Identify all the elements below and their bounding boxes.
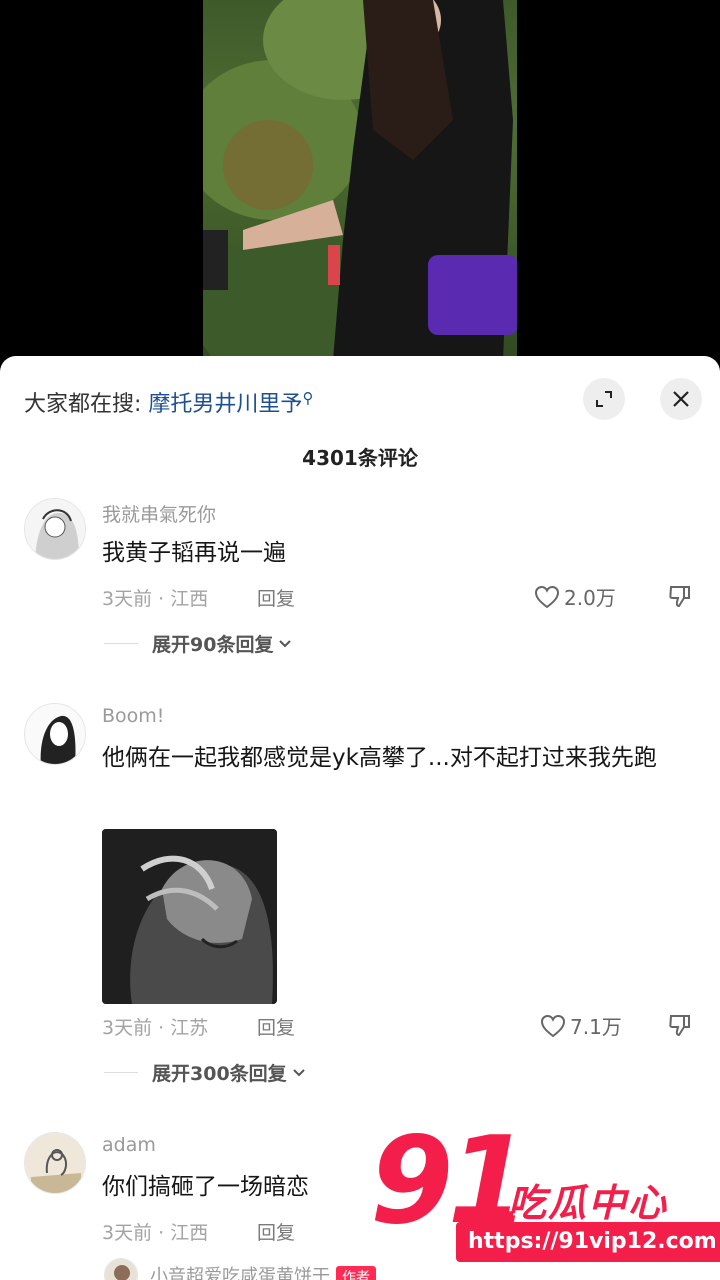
video-player[interactable] — [0, 0, 720, 360]
comment-time: 3天前 — [102, 588, 153, 610]
comment-text: 他俩在一起我都感觉是yk高攀了...对不起打过来我先跑 — [102, 745, 657, 771]
watermark-url: https://91vip12.com — [456, 1222, 720, 1262]
dislike-icon[interactable] — [668, 584, 692, 608]
comment-username[interactable]: 我就串氣死你 — [102, 500, 216, 527]
expand-replies-label: 展开90条回复 — [152, 634, 274, 656]
reply-button[interactable]: 回复 — [257, 1218, 295, 1245]
divider — [104, 643, 138, 644]
reply-button[interactable]: 回复 — [257, 584, 295, 611]
expand-replies-button[interactable]: 展开300条回复 — [104, 1059, 307, 1086]
avatar[interactable] — [104, 1258, 138, 1280]
comment-time: 3天前 — [102, 1222, 153, 1244]
avatar[interactable] — [24, 498, 86, 560]
reply-username-text: 小音超爱吃咸蛋黄饼干 — [150, 1266, 330, 1280]
comment-location: 江西 — [170, 588, 209, 610]
divider — [104, 1072, 138, 1073]
avatar[interactable] — [24, 703, 86, 765]
chevron-down-icon — [292, 1068, 305, 1076]
comment-meta: 3天前 · 江西 — [102, 588, 209, 610]
avatar[interactable] — [24, 1132, 86, 1194]
expand-button[interactable] — [583, 378, 625, 420]
dislike-icon[interactable] — [668, 1013, 692, 1037]
comment-location: 江西 — [170, 1222, 209, 1244]
comment-time: 3天前 — [102, 1017, 153, 1039]
reply-button[interactable]: 回复 — [257, 1013, 295, 1040]
heart-icon — [534, 585, 560, 608]
comment-image[interactable] — [102, 829, 277, 1004]
search-prefix: 大家都在搜: — [24, 392, 142, 417]
like-button[interactable]: 7.1万 — [540, 1011, 622, 1040]
comment-count: 4301条评论 — [302, 446, 418, 470]
comment-username[interactable]: adam — [102, 1134, 156, 1156]
video-person-illustration — [203, 0, 517, 360]
expand-replies-button[interactable]: 展开90条回复 — [104, 630, 293, 657]
heart-icon — [540, 1014, 566, 1037]
watermark: 91 吃瓜中心 https://91vip12.com — [370, 1122, 720, 1280]
comment-meta: 3天前 · 江西 — [102, 1222, 209, 1244]
like-count: 2.0万 — [564, 586, 616, 610]
comment-meta: 3天前 · 江苏 — [102, 1017, 209, 1039]
search-icon: ⚲ — [302, 389, 314, 407]
comment-text: 我黄子韬再说一遍 — [102, 540, 286, 566]
expand-replies-label: 展开300条回复 — [152, 1063, 287, 1085]
comment-location: 江苏 — [170, 1017, 209, 1039]
watermark-name: 吃瓜中心 — [508, 1181, 669, 1225]
like-button[interactable]: 2.0万 — [534, 582, 616, 611]
video-frame[interactable] — [203, 0, 517, 360]
close-button[interactable] — [660, 378, 702, 420]
chevron-down-icon — [279, 639, 292, 647]
reply-username[interactable]: 小音超爱吃咸蛋黄饼干 作者 — [150, 1262, 376, 1280]
close-icon — [673, 391, 689, 407]
like-count: 7.1万 — [570, 1015, 622, 1039]
search-term[interactable]: 摩托男井川里予 — [148, 392, 302, 417]
search-suggestion[interactable]: 大家都在搜: 摩托男井川里予⚲ — [24, 386, 313, 418]
expand-icon — [596, 391, 612, 407]
comment-username[interactable]: Boom! — [102, 705, 164, 727]
